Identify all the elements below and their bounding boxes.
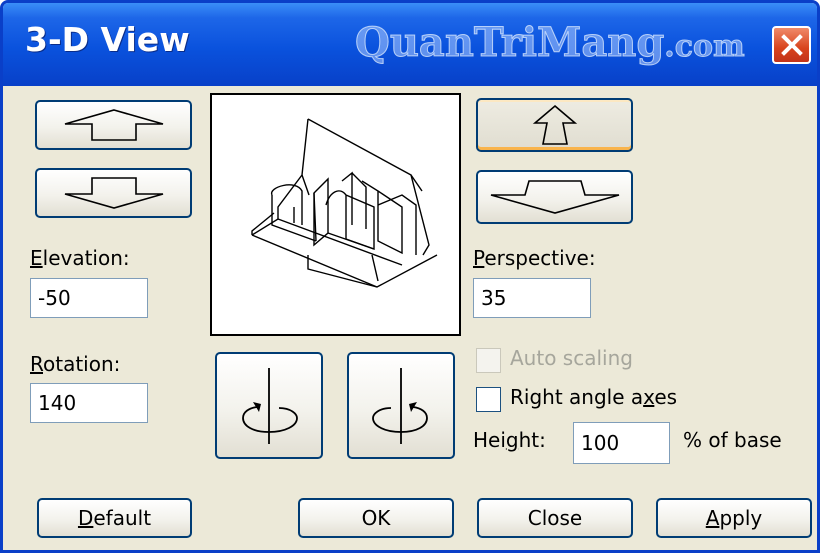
- right-angle-axes-label: Right angle axes: [510, 385, 678, 409]
- perspective-decrease-button[interactable]: [476, 170, 633, 224]
- height-suffix: % of base: [683, 428, 782, 452]
- ok-button[interactable]: OK: [298, 498, 454, 538]
- auto-scaling-label: Auto scaling: [510, 346, 633, 370]
- elevation-down-button[interactable]: [35, 168, 192, 218]
- perspective-input[interactable]: 35: [473, 278, 591, 318]
- rotate-counterclockwise-icon: [242, 367, 298, 444]
- height-input[interactable]: 100: [573, 422, 670, 464]
- default-button-label: efault: [93, 506, 152, 530]
- dialog-body: Elevation: -50 Rotation: 140 Perspective…: [3, 86, 817, 550]
- close-x-icon: [780, 34, 803, 56]
- perspective-wide-icon: [490, 180, 619, 214]
- perspective-label: Perspective:: [473, 246, 596, 270]
- arrow-up-icon: [64, 109, 163, 141]
- height-label: Height:: [473, 428, 546, 452]
- 3d-chart-wireframe-preview: [251, 118, 438, 288]
- watermark-text: QuanTriMang: [354, 19, 665, 67]
- elevation-input[interactable]: -50: [30, 278, 148, 318]
- perspective-narrow-icon: [532, 104, 577, 145]
- rotation-input[interactable]: 140: [30, 383, 148, 423]
- rotate-right-button[interactable]: [347, 352, 455, 459]
- elevation-label: Elevation:: [30, 246, 130, 270]
- perspective-increase-button[interactable]: [476, 98, 633, 152]
- auto-scaling-checkbox[interactable]: [476, 348, 501, 373]
- dialog-window: 3-D View QuanTriMang.com Elevation: -50 …: [0, 0, 820, 553]
- watermark-suffix: .com: [664, 29, 745, 65]
- close-button[interactable]: Close: [477, 498, 633, 538]
- close-window-button[interactable]: [772, 26, 811, 64]
- watermark: QuanTriMang.com: [354, 19, 745, 67]
- default-button[interactable]: Default: [37, 498, 192, 538]
- elevation-up-button[interactable]: [35, 100, 192, 150]
- right-angle-axes-checkbox[interactable]: [476, 387, 501, 412]
- apply-button-label: pply: [719, 506, 763, 530]
- 3d-preview: [210, 93, 461, 336]
- rotate-left-button[interactable]: [215, 352, 323, 459]
- apply-button-key: A: [705, 506, 720, 530]
- rotate-clockwise-icon: [372, 367, 428, 444]
- default-button-key: D: [77, 506, 94, 530]
- title-bar[interactable]: 3-D View QuanTriMang.com: [3, 3, 817, 86]
- apply-button[interactable]: Apply: [656, 498, 812, 538]
- arrow-down-icon: [64, 177, 163, 209]
- rotation-label: Rotation:: [30, 352, 121, 376]
- dialog-title: 3-D View: [25, 20, 190, 59]
